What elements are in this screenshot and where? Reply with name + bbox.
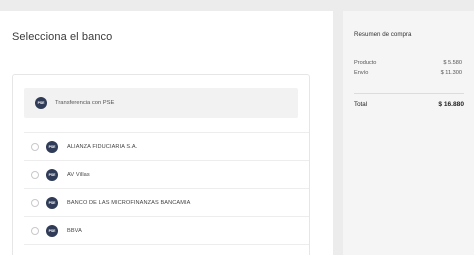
pse-logo-icon: PSE	[46, 140, 58, 153]
pse-logo-icon: PSE	[46, 168, 58, 181]
bank-option[interactable]: PSE BBVA	[24, 217, 309, 245]
bank-name: BANCO DE LAS MICROFINANZAS BANCAMIA	[67, 199, 191, 206]
purchase-summary: Resumen de compra Producto $ 5.580 Envío…	[343, 11, 474, 255]
bank-option[interactable]: PSE ALIANZA FIDUCIARIA S.A.	[24, 133, 309, 161]
bank-name: BBVA	[67, 227, 82, 234]
radio-button[interactable]	[31, 198, 39, 207]
summary-line-product: Producto $ 5.580	[354, 60, 462, 66]
summary-title: Resumen de compra	[354, 31, 412, 38]
pse-logo-icon: PSE	[46, 224, 58, 237]
pse-header: PSE Transferencia con PSE	[24, 88, 298, 118]
summary-divider	[354, 93, 464, 94]
bank-name: ALIANZA FIDUCIARIA S.A.	[67, 143, 138, 150]
pse-logo-icon: PSE	[35, 97, 47, 109]
bank-list: PSE ALIANZA FIDUCIARIA S.A. PSE AV Villa…	[24, 132, 309, 245]
pse-label: Transferencia con PSE	[55, 100, 115, 106]
summary-line-label: Envío	[354, 70, 369, 76]
summary-line-label: Producto	[354, 60, 377, 66]
pse-logo-icon: PSE	[46, 196, 58, 209]
bank-name: AV Villas	[67, 171, 90, 178]
summary-line-value: $ 5.580	[443, 60, 462, 66]
radio-button[interactable]	[31, 142, 39, 151]
bank-option[interactable]: PSE BANCO DE LAS MICROFINANZAS BANCAMIA	[24, 189, 309, 217]
summary-line-shipping: Envío $ 11.300	[354, 70, 462, 76]
summary-total: Total $ 16.880	[354, 101, 464, 108]
summary-line-value: $ 11.300	[440, 70, 462, 76]
page-title: Selecciona el banco	[12, 31, 113, 43]
bank-list-card: PSE Transferencia con PSE PSE ALIANZA FI…	[12, 74, 310, 255]
bank-option[interactable]: PSE AV Villas	[24, 161, 309, 189]
radio-button[interactable]	[31, 170, 39, 179]
total-label: Total	[354, 101, 368, 108]
bank-selection-panel: Selecciona el banco PSE Transferencia co…	[0, 11, 333, 255]
radio-button[interactable]	[31, 226, 39, 235]
total-value: $ 16.880	[438, 101, 464, 108]
